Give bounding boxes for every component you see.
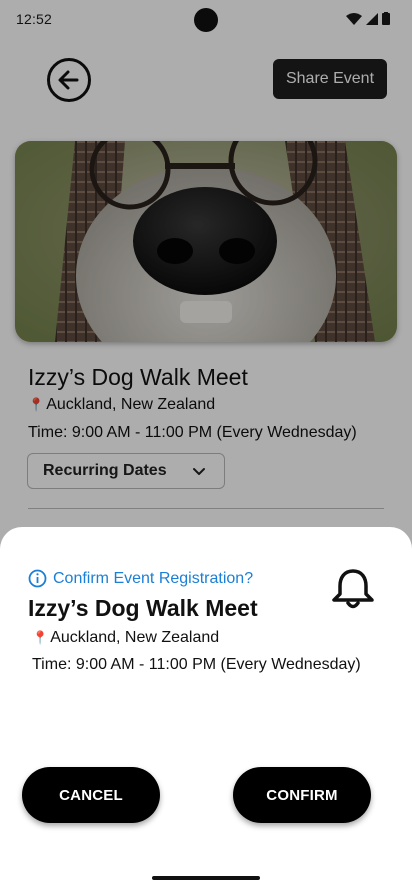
pin-icon: 📍 bbox=[32, 630, 49, 645]
sheet-location-text: Auckland, New Zealand bbox=[50, 629, 220, 646]
confirm-button[interactable]: CONFIRM bbox=[233, 767, 371, 823]
sheet-event-time: Time: 9:00 AM - 11:00 PM (Every Wednesda… bbox=[32, 656, 361, 673]
sheet-event-location: 📍 Auckland, New Zealand bbox=[32, 629, 219, 647]
confirm-prompt: Confirm Event Registration? bbox=[28, 569, 253, 588]
home-indicator[interactable] bbox=[152, 876, 260, 880]
cancel-button[interactable]: CANCEL bbox=[22, 767, 160, 823]
sheet-event-title: Izzy’s Dog Walk Meet bbox=[28, 595, 258, 621]
event-details-screen: 12:52 Share Event Izzy’s Dog Walk Meet 📍… bbox=[0, 0, 412, 892]
confirm-registration-sheet: Confirm Event Registration? Izzy’s Dog W… bbox=[0, 527, 412, 892]
confirm-prompt-text: Confirm Event Registration? bbox=[53, 569, 254, 587]
info-icon bbox=[28, 569, 47, 588]
bell-icon[interactable] bbox=[329, 567, 377, 611]
